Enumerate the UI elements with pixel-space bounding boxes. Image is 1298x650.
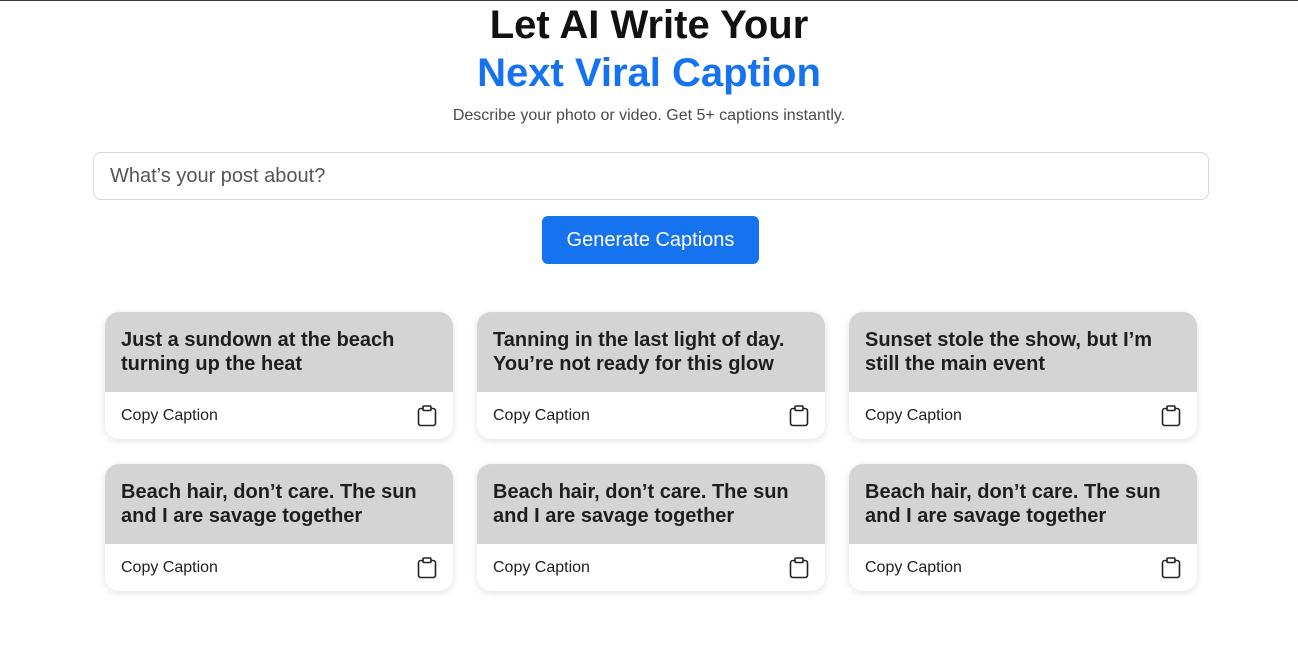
clipboard-icon[interactable]: [789, 556, 809, 579]
copy-caption-label: Copy Caption: [865, 406, 962, 424]
copy-caption-button[interactable]: Copy Caption: [105, 544, 453, 591]
caption-card: Sunset stole the show, but I’m still the…: [849, 312, 1197, 439]
post-topic-input[interactable]: [93, 152, 1209, 200]
caption-card: Beach hair, don’t care. The sun and I ar…: [477, 464, 825, 591]
clipboard-icon[interactable]: [1161, 404, 1181, 427]
caption-text: Tanning in the last light of day. You’re…: [477, 312, 825, 392]
copy-caption-button[interactable]: Copy Caption: [105, 392, 453, 439]
generate-captions-button[interactable]: Generate Captions: [542, 216, 759, 264]
caption-text: Beach hair, don’t care. The sun and I ar…: [849, 464, 1197, 544]
page-title: Let AI Write Your: [489, 3, 809, 47]
copy-caption-label: Copy Caption: [121, 558, 218, 576]
copy-caption-button[interactable]: Copy Caption: [477, 392, 825, 439]
caption-text: Sunset stole the show, but I’m still the…: [849, 312, 1197, 392]
copy-caption-label: Copy Caption: [493, 558, 590, 576]
clipboard-icon[interactable]: [417, 404, 437, 427]
caption-text: Beach hair, don’t care. The sun and I ar…: [105, 464, 453, 544]
copy-caption-button[interactable]: Copy Caption: [477, 544, 825, 591]
page-title-highlight: Next Viral Caption: [477, 51, 821, 95]
caption-card: Tanning in the last light of day. You’re…: [477, 312, 825, 439]
caption-card: Beach hair, don’t care. The sun and I ar…: [849, 464, 1197, 591]
copy-caption-label: Copy Caption: [865, 558, 962, 576]
caption-text: Beach hair, don’t care. The sun and I ar…: [477, 464, 825, 544]
caption-text: Just a sundown at the beach turning up t…: [105, 312, 453, 392]
caption-card: Beach hair, don’t care. The sun and I ar…: [105, 464, 453, 591]
page-subtitle: Describe your photo or video. Get 5+ cap…: [452, 107, 846, 124]
top-border: [0, 0, 1298, 1]
copy-caption-label: Copy Caption: [121, 406, 218, 424]
clipboard-icon[interactable]: [1161, 556, 1181, 579]
caption-card: Just a sundown at the beach turning up t…: [105, 312, 453, 439]
copy-caption-button[interactable]: Copy Caption: [849, 392, 1197, 439]
copy-caption-label: Copy Caption: [493, 406, 590, 424]
copy-caption-button[interactable]: Copy Caption: [849, 544, 1197, 591]
clipboard-icon[interactable]: [417, 556, 437, 579]
clipboard-icon[interactable]: [789, 404, 809, 427]
